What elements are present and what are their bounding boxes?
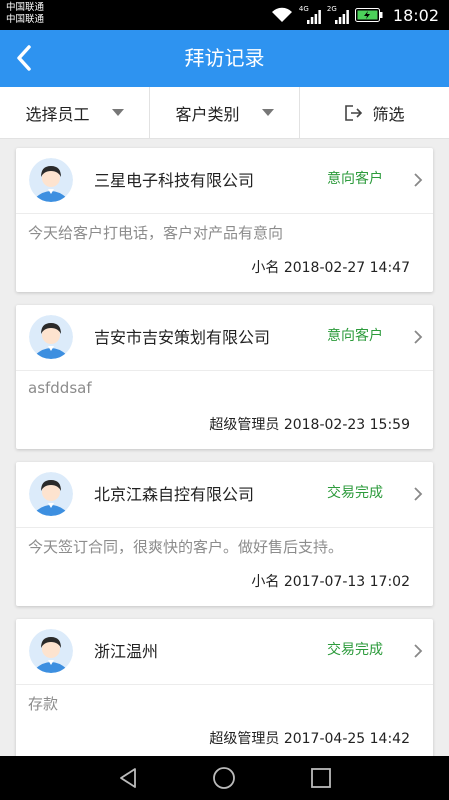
company-name: 浙江温州 [94,642,159,661]
visit-record-card[interactable]: 北京江森自控有限公司 交易完成 今天签订合同，很爽快的客户。做好售后支持。 小名… [16,462,433,606]
user-avatar-icon [29,472,73,516]
carrier-2: 中国联通 [6,14,45,25]
circle-home-icon [213,767,236,789]
company-name: 吉安市吉安策划有限公司 [94,328,271,347]
visit-record-card[interactable]: 三星电子科技有限公司 意向客户 今天给客户打电话，客户对产品有意向 小名 201… [16,148,433,292]
user-avatar-icon [29,629,73,673]
signal-icon [334,10,349,24]
square-recents-icon [310,768,331,788]
chevron-right-icon [414,173,423,187]
record-datetime: 2017-04-25 14:42 [283,731,410,747]
record-datetime: 2018-02-23 15:59 [283,417,410,433]
status-icons: 4G 2G 18:02 [271,0,439,30]
card-header: 浙江温州 交易完成 [16,619,433,685]
customer-status: 交易完成 [327,485,383,501]
carrier-info: 中国联通 中国联通 [6,2,44,26]
carrier-1: 中国联通 [6,2,45,13]
user-avatar-icon [29,158,73,202]
avatar [29,315,73,359]
employee-select[interactable]: 选择员工 [0,87,149,138]
chevron-right-icon [414,644,423,658]
customer-type-label: 客户类别 [175,104,240,124]
clock: 18:02 [392,5,439,25]
status-bar: 中国联通 中国联通 4G 2G 18:02 [0,0,449,30]
card-header: 北京江森自控有限公司 交易完成 [16,462,433,528]
visit-note: 今天签订合同，很爽快的客户。做好售后支持。 [28,538,344,556]
nav-back-button[interactable] [108,758,148,798]
signal-1: 4G [299,5,321,24]
visit-note: asfddsaf [28,379,92,397]
nav-home-button[interactable] [204,758,244,798]
chevron-right-icon [414,330,423,344]
employee-select-label: 选择员工 [25,104,90,124]
avatar [29,158,73,202]
filter-button[interactable]: 筛选 [299,87,449,138]
visit-note: 今天给客户打电话，客户对产品有意向 [28,224,284,242]
customer-type-select[interactable]: 客户类别 [149,87,299,138]
record-datetime: 2017-07-13 17:02 [283,574,410,590]
filter-bar: 选择员工 客户类别 筛选 [0,87,449,139]
battery-charging-icon [354,8,383,22]
visit-note: 存款 [28,695,59,713]
nav-recents-button[interactable] [301,758,341,798]
record-meta: 超级管理员 2017-04-25 14:42 [209,728,410,748]
card-header: 三星电子科技有限公司 意向客户 [16,148,433,214]
user-avatar-icon [29,315,73,359]
record-author: 超级管理员 [209,417,280,433]
system-nav-bar [0,756,449,800]
customer-status: 意向客户 [327,328,383,344]
page-title: 拜访记录 [184,46,265,70]
record-meta: 超级管理员 2018-02-23 15:59 [209,414,410,434]
record-author: 超级管理员 [209,731,280,747]
record-author: 小名 [251,260,280,276]
filter-icon [345,104,363,121]
caret-down-icon [261,109,274,116]
avatar [29,629,73,673]
visit-record-card[interactable]: 浙江温州 交易完成 存款 超级管理员 2017-04-25 14:42 [16,619,433,763]
record-author: 小名 [251,574,280,590]
signal-2: 2G [327,5,349,24]
company-name: 北京江森自控有限公司 [94,485,255,504]
customer-status: 交易完成 [327,642,383,658]
caret-down-icon [111,109,124,116]
signal-icon [306,10,321,24]
avatar [29,472,73,516]
card-header: 吉安市吉安策划有限公司 意向客户 [16,305,433,371]
visit-record-list: 三星电子科技有限公司 意向客户 今天给客户打电话，客户对产品有意向 小名 201… [16,148,433,776]
wifi-icon [271,7,292,22]
record-datetime: 2018-02-27 14:47 [283,260,410,276]
record-meta: 小名 2017-07-13 17:02 [251,571,410,591]
app-header: 拜访记录 [0,30,449,87]
chevron-right-icon [414,487,423,501]
visit-record-card[interactable]: 吉安市吉安策划有限公司 意向客户 asfddsaf 超级管理员 2018-02-… [16,305,433,449]
customer-status: 意向客户 [327,171,383,187]
filter-label: 筛选 [372,104,405,124]
triangle-back-icon [120,768,137,788]
record-meta: 小名 2018-02-27 14:47 [251,257,410,277]
company-name: 三星电子科技有限公司 [94,171,255,190]
